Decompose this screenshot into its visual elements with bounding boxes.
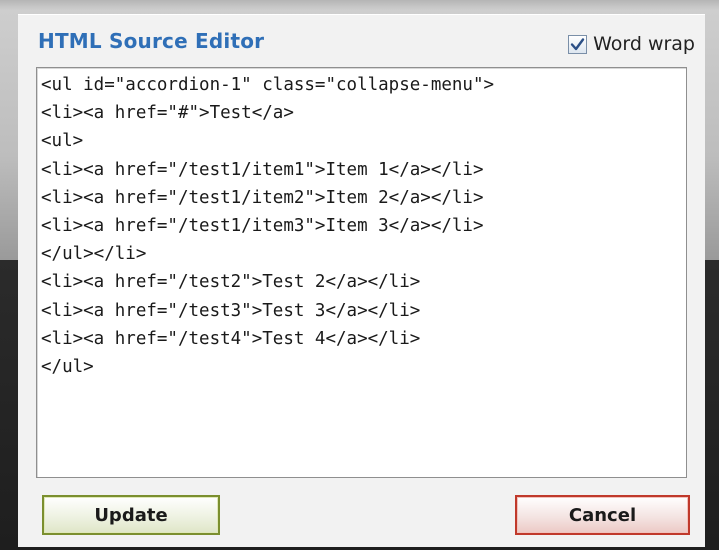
code-line: <li><a href="#">Test</a> [41,103,294,124]
word-wrap-checkbox[interactable] [568,34,588,54]
word-wrap-label: Word wrap [593,33,695,55]
backdrop-shadow [0,0,719,10]
code-line: <ul id="accordion-1" class="collapse-men… [41,75,495,95]
html-source-editor-dialog: HTML Source Editor Word wrap <ul id="acc… [18,14,705,547]
cancel-button[interactable]: Cancel [515,495,690,535]
word-wrap-toggle[interactable]: Word wrap [568,33,695,55]
code-line: </ul></li> [41,244,147,265]
code-line: <li><a href="/test3">Test 3</a></li> [41,300,421,321]
code-line: <li><a href="/test2">Test 2</a></li> [41,272,421,293]
code-line: <li><a href="/test1/item3">Item 3</a></l… [41,216,484,237]
code-line: <ul> [41,131,84,152]
code-line: <li><a href="/test4">Test 4</a></li> [41,328,421,349]
checkmark-icon [570,37,585,50]
dialog-title: HTML Source Editor [38,29,265,53]
code-line: <li><a href="/test1/item1">Item 1</a></l… [41,159,484,180]
update-button[interactable]: Update [42,495,220,535]
code-line: </ul> [41,357,94,378]
source-textarea[interactable]: <ul id="accordion-1" class="collapse-men… [36,67,687,478]
code-line: <li><a href="/test1/item2">Item 2</a></l… [41,187,484,208]
